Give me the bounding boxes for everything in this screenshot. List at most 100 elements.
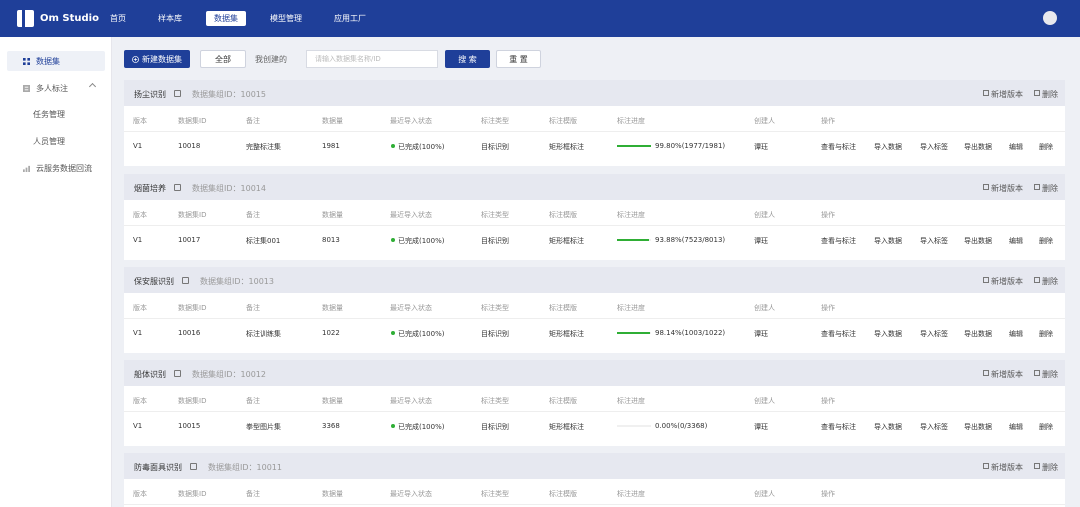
- group-name: 保安服识别: [134, 277, 174, 286]
- reset-button[interactable]: 重 置: [496, 50, 541, 68]
- search-input[interactable]: 请输入数据集名称/ID: [306, 50, 438, 68]
- column-header: 数据量: [322, 397, 343, 405]
- new-version-button[interactable]: 新增版本: [991, 462, 1023, 473]
- cell-template: 矩形框标注: [549, 423, 584, 431]
- new-version-button[interactable]: 新增版本: [991, 89, 1023, 100]
- row-action-1[interactable]: 导入数据: [874, 422, 902, 432]
- cell-creator: 谭珏: [754, 237, 768, 245]
- column-header: 最近导入状态: [390, 211, 432, 219]
- row-action-5[interactable]: 删除: [1039, 329, 1053, 339]
- row-action-2[interactable]: 导入标签: [920, 422, 948, 432]
- dataset-group: 扬尘识别 数据集组ID：10015 新增版本 删除 版本 数据集ID 备注 数据量 最近导入状态…: [124, 80, 1065, 166]
- nav-item[interactable]: 模型管理: [262, 11, 310, 26]
- row-action-0[interactable]: 查看与标注: [821, 329, 856, 339]
- group-id-label: 数据集组ID：: [192, 184, 241, 193]
- add-version-icon: [983, 277, 989, 283]
- nav-item[interactable]: 样本库: [150, 11, 190, 26]
- group-id-value: 10012: [240, 370, 266, 379]
- row-action-5[interactable]: 删除: [1039, 142, 1053, 152]
- row-action-0[interactable]: 查看与标注: [821, 422, 856, 432]
- row-action-4[interactable]: 编辑: [1009, 142, 1023, 152]
- new-dataset-button[interactable]: 新建数据集: [124, 50, 190, 68]
- add-version-icon: [983, 90, 989, 96]
- column-header: 标注模版: [549, 117, 577, 125]
- row-action-3[interactable]: 导出数据: [964, 329, 992, 339]
- row-action-0[interactable]: 查看与标注: [821, 236, 856, 246]
- row-action-1[interactable]: 导入数据: [874, 236, 902, 246]
- row-action-5[interactable]: 删除: [1039, 422, 1053, 432]
- sidebar-item-datasets[interactable]: 数据集: [7, 51, 105, 71]
- nav-item[interactable]: 数据集: [206, 11, 246, 26]
- search-button[interactable]: 搜 索: [445, 50, 490, 68]
- group-header: 防毒面具识别 数据集组ID：10011 新增版本 删除: [124, 453, 1065, 479]
- delete-group-button[interactable]: 删除: [1042, 276, 1058, 287]
- column-header: 操作: [821, 304, 835, 312]
- sidebar-item-task-management[interactable]: 任务管理: [33, 109, 65, 120]
- row-action-5[interactable]: 删除: [1039, 236, 1053, 246]
- row-action-3[interactable]: 导出数据: [964, 236, 992, 246]
- list-icon: [23, 85, 30, 92]
- cell-progress-text: 98.14%(1003/1022): [655, 329, 726, 337]
- row-action-2[interactable]: 导入标签: [920, 329, 948, 339]
- column-header: 备注: [246, 117, 260, 125]
- delete-group-button[interactable]: 删除: [1042, 89, 1058, 100]
- edit-icon[interactable]: [174, 90, 181, 97]
- column-header: 创建人: [754, 490, 775, 498]
- group-header: 扬尘识别 数据集组ID：10015 新增版本 删除: [124, 80, 1065, 106]
- column-header: 备注: [246, 304, 260, 312]
- delete-group-button[interactable]: 删除: [1042, 462, 1058, 473]
- column-header: 标注模版: [549, 304, 577, 312]
- column-header: 数据集ID: [178, 211, 207, 219]
- row-action-1[interactable]: 导入数据: [874, 329, 902, 339]
- user-avatar[interactable]: [1043, 11, 1057, 25]
- filter-mine-tab[interactable]: 我创建的: [255, 54, 287, 65]
- cell-count: 1022: [322, 329, 340, 337]
- column-header: 创建人: [754, 304, 775, 312]
- add-version-icon: [983, 463, 989, 469]
- sidebar-item-cloud-backflow[interactable]: 云服务数据回流: [7, 158, 105, 178]
- column-header: 备注: [246, 211, 260, 219]
- cell-note: 标注集001: [246, 237, 281, 245]
- column-header: 标注类型: [481, 304, 509, 312]
- app-name: Om Studio: [40, 13, 99, 24]
- column-header: 标注模版: [549, 490, 577, 498]
- row-action-4[interactable]: 编辑: [1009, 422, 1023, 432]
- nav-item[interactable]: 应用工厂: [326, 11, 374, 26]
- top-navbar: Om Studio 首页 样本库 数据集 模型管理 应用工厂: [0, 0, 1080, 37]
- column-header: 版本: [133, 304, 147, 312]
- nav-item[interactable]: 首页: [102, 11, 134, 26]
- row-action-4[interactable]: 编辑: [1009, 236, 1023, 246]
- column-header: 创建人: [754, 211, 775, 219]
- toolbar: 新建数据集 全部 我创建的 请输入数据集名称/ID 搜 索 重 置: [124, 50, 1065, 70]
- new-version-button[interactable]: 新增版本: [991, 183, 1023, 194]
- delete-group-button[interactable]: 删除: [1042, 183, 1058, 194]
- delete-group-button[interactable]: 删除: [1042, 369, 1058, 380]
- row-action-0[interactable]: 查看与标注: [821, 142, 856, 152]
- sidebar-item-multi-annotation[interactable]: 多人标注: [7, 78, 105, 98]
- filter-all-button[interactable]: 全部: [200, 50, 246, 68]
- cell-import-status: 已完成(100%): [398, 237, 445, 245]
- sidebar-item-people-management[interactable]: 人员管理: [33, 136, 65, 147]
- edit-icon[interactable]: [182, 277, 189, 284]
- row-action-4[interactable]: 编辑: [1009, 329, 1023, 339]
- cell-import-status: 已完成(100%): [398, 143, 445, 151]
- group-id-value: 10011: [256, 463, 282, 472]
- new-version-button[interactable]: 新增版本: [991, 369, 1023, 380]
- edit-icon[interactable]: [190, 463, 197, 470]
- app-logo[interactable]: Om Studio: [17, 10, 99, 27]
- edit-icon[interactable]: [174, 184, 181, 191]
- row-action-3[interactable]: 导出数据: [964, 422, 992, 432]
- group-id-label: 数据集组ID：: [192, 370, 241, 379]
- column-header: 数据集ID: [178, 304, 207, 312]
- delete-icon: [1034, 90, 1040, 96]
- row-action-3[interactable]: 导出数据: [964, 142, 992, 152]
- new-version-button[interactable]: 新增版本: [991, 276, 1023, 287]
- cell-progress-text: 99.80%(1977/1981): [655, 142, 726, 150]
- row-action-1[interactable]: 导入数据: [874, 142, 902, 152]
- column-header: 备注: [246, 490, 260, 498]
- row-action-2[interactable]: 导入标签: [920, 236, 948, 246]
- edit-icon[interactable]: [174, 370, 181, 377]
- row-action-2[interactable]: 导入标签: [920, 142, 948, 152]
- cell-label-type: 目标识别: [481, 423, 509, 431]
- group-name: 船体识别: [134, 370, 166, 379]
